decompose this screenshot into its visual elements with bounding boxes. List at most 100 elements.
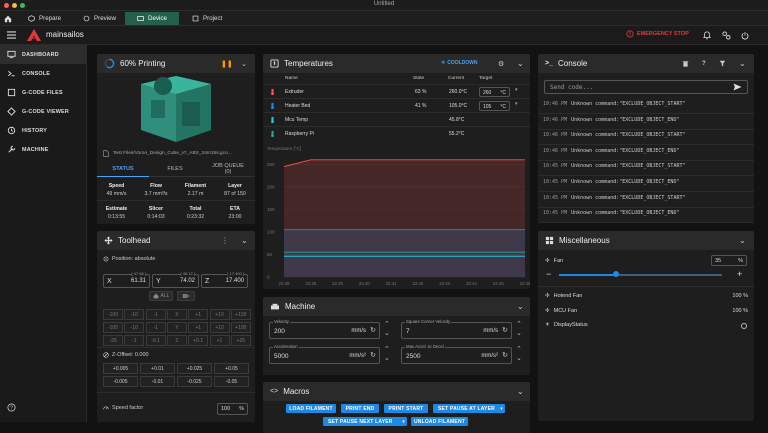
- macro-print-end-button[interactable]: PRINT END: [341, 404, 379, 413]
- chevron-down-icon[interactable]: ⌄: [517, 302, 524, 311]
- jog-button[interactable]: X: [166, 309, 187, 320]
- increment-icon[interactable]: ⌃: [516, 345, 522, 353]
- preset-dropdown-icon[interactable]: ▾: [515, 101, 518, 107]
- zoffset-button[interactable]: +0.025: [177, 363, 212, 374]
- sidebar-item-history[interactable]: HISTORY: [0, 121, 87, 140]
- heater-target-input[interactable]: 105 °C: [479, 101, 510, 111]
- jog-button[interactable]: +1: [209, 335, 230, 346]
- jog-button[interactable]: -1: [145, 309, 166, 320]
- heater-target-input[interactable]: 260 °C: [479, 87, 510, 97]
- zoffset-button[interactable]: -0.005: [103, 376, 138, 387]
- jog-button[interactable]: +25: [230, 335, 251, 346]
- dropdown-icon[interactable]: ▾: [500, 406, 503, 412]
- position-y-field[interactable]: Y [ 46.12 ] 74.02: [152, 271, 199, 288]
- jog-button[interactable]: +1: [188, 322, 209, 333]
- sidebar-item-console[interactable]: CONSOLE: [0, 64, 87, 83]
- macro-load-filament-button[interactable]: LOAD FILAMENT: [286, 404, 336, 413]
- sidebar-item-dashboard[interactable]: DASHBOARD: [0, 45, 87, 64]
- power-icon[interactable]: [741, 31, 749, 40]
- sidebar-item-gcode-files[interactable]: G-CODE FILES: [0, 83, 87, 102]
- macro-print-start-button[interactable]: PRINT START: [384, 404, 428, 413]
- machine-field-3[interactable]: Max Accel. to Decel 2500 mm/s² ↻: [401, 344, 512, 364]
- heater-name[interactable]: Extruder: [285, 89, 304, 95]
- chevron-down-icon[interactable]: ⌄: [517, 387, 524, 396]
- jog-button[interactable]: -100: [103, 309, 123, 320]
- preset-dropdown-icon[interactable]: ▾: [515, 87, 518, 93]
- console-command-input[interactable]: Send code...: [544, 80, 748, 94]
- tab-files[interactable]: FILES: [149, 161, 201, 177]
- jog-button[interactable]: -1: [124, 335, 145, 346]
- filter-icon[interactable]: [719, 60, 726, 67]
- home-icon[interactable]: [4, 12, 12, 25]
- tab-job-queue[interactable]: JOB QUEUE (0): [201, 161, 255, 177]
- pause-icon[interactable]: ❚❚: [221, 60, 233, 68]
- emergency-stop-button[interactable]: EMERGENCY STOP: [626, 30, 689, 38]
- zoffset-button[interactable]: +0.05: [214, 363, 249, 374]
- heater-name[interactable]: Heater Bed: [285, 103, 310, 109]
- chevron-down-icon[interactable]: ⌄: [241, 60, 247, 68]
- help-icon[interactable]: ?: [7, 403, 16, 412]
- decrement-icon[interactable]: ⌄: [384, 354, 390, 362]
- chevron-down-icon[interactable]: ⌄: [739, 236, 746, 245]
- tab-preview[interactable]: Preview: [83, 12, 116, 25]
- fan-decrease-icon[interactable]: −: [546, 269, 551, 279]
- decrement-icon[interactable]: ⌄: [384, 329, 390, 337]
- jog-button[interactable]: -100: [103, 322, 123, 333]
- motors-off-button[interactable]: [177, 291, 195, 301]
- jog-button[interactable]: Y: [166, 322, 187, 333]
- fan-speed-input[interactable]: 35 %: [711, 255, 747, 266]
- chevron-down-icon[interactable]: ⌄: [739, 59, 746, 68]
- fan-slider-thumb[interactable]: [613, 271, 620, 277]
- decrement-icon[interactable]: ⌄: [516, 329, 522, 337]
- bell-icon[interactable]: [703, 31, 711, 40]
- sidebar-item-gcode-viewer[interactable]: G-CODE VIEWER: [0, 102, 87, 121]
- machine-field-1[interactable]: Square Corner Velocity 7 mm/s ↻: [401, 319, 512, 339]
- jog-button[interactable]: +10: [209, 322, 230, 333]
- reset-icon[interactable]: ↻: [370, 326, 376, 334]
- jog-button[interactable]: -1: [145, 322, 166, 333]
- display-status-toggle[interactable]: [741, 323, 747, 329]
- cooldown-button[interactable]: ❄ COOLDOWN: [441, 60, 477, 66]
- machine-field-2[interactable]: Acceleration 5000 mm/s² ↻: [269, 344, 380, 364]
- jog-button[interactable]: Z: [166, 335, 187, 346]
- decrement-icon[interactable]: ⌄: [516, 354, 522, 362]
- jog-button[interactable]: +100: [230, 309, 251, 320]
- fan-increase-icon[interactable]: +: [737, 269, 742, 279]
- chevron-down-icon[interactable]: ⌄: [517, 59, 524, 68]
- trash-icon[interactable]: [682, 60, 689, 67]
- heater-name[interactable]: Raspberry Pi: [285, 131, 314, 137]
- jog-button[interactable]: -0.1: [145, 335, 166, 346]
- tab-device[interactable]: Device: [125, 12, 179, 25]
- reset-icon[interactable]: ↻: [502, 326, 508, 334]
- position-z-field[interactable]: Z [ 17.400 ] 17.400: [201, 271, 248, 288]
- increment-icon[interactable]: ⌃: [384, 345, 390, 353]
- jog-button[interactable]: +100: [230, 322, 251, 333]
- chevron-down-icon[interactable]: ⌄: [241, 236, 248, 245]
- home-all-button[interactable]: ALL: [149, 291, 173, 301]
- tab-status[interactable]: STATUS: [97, 161, 149, 177]
- heater-name[interactable]: Mcu Temp: [285, 117, 308, 123]
- tab-project[interactable]: Project: [192, 12, 222, 25]
- reset-icon[interactable]: ↻: [502, 351, 508, 359]
- help-icon[interactable]: ?: [702, 61, 706, 67]
- zoffset-button[interactable]: -0.01: [140, 376, 175, 387]
- tab-prepare[interactable]: Prepare: [28, 12, 61, 25]
- reset-icon[interactable]: ↻: [370, 351, 376, 359]
- increment-icon[interactable]: ⌃: [384, 320, 390, 328]
- increment-icon[interactable]: ⌃: [516, 320, 522, 328]
- macro-set-pause-at-layer-button[interactable]: SET PAUSE AT LAYER ▾: [433, 404, 505, 413]
- machine-field-0[interactable]: Velocity 200 mm/s ↻: [269, 319, 380, 339]
- send-icon[interactable]: [733, 83, 742, 91]
- position-x-field[interactable]: X [ 47.66 ] 61.31: [103, 271, 150, 288]
- sidebar-item-machine[interactable]: MACHINE: [0, 140, 87, 159]
- jog-button[interactable]: +1: [188, 309, 209, 320]
- zoffset-button[interactable]: -0.025: [177, 376, 212, 387]
- jog-button[interactable]: +10: [209, 309, 230, 320]
- jog-button[interactable]: -10: [124, 309, 145, 320]
- menu-icon[interactable]: [7, 31, 16, 39]
- jog-button[interactable]: -25: [103, 335, 123, 346]
- jog-button[interactable]: -10: [124, 322, 145, 333]
- more-icon[interactable]: ⋮: [221, 236, 229, 245]
- zoffset-button[interactable]: -0.05: [214, 376, 249, 387]
- gear-icon[interactable]: ⚙: [498, 60, 504, 68]
